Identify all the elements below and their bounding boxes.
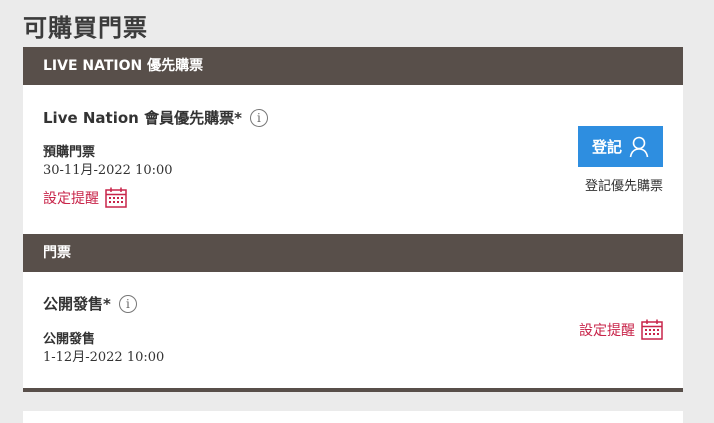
presale-sale-date: 30-11月-2022 10:00 [43,163,173,178]
tickets-sale-date: 1-12月-2022 10:00 [43,350,165,365]
info-icon[interactable]: i [249,108,268,127]
calendar-icon [641,319,663,340]
info-icon[interactable]: i [118,294,137,313]
presale-header: LIVE NATION 優先購票 [23,47,683,85]
page-title: 可購買門票 [23,14,148,42]
tickets-reminder-link[interactable]: 設定提醒 [579,319,663,340]
register-button[interactable]: 登記 [578,126,663,167]
panel-divider [23,388,683,392]
page: 可購買門票 LIVE NATION 優先購票 Live Nation 會員優先購… [0,0,714,423]
next-panel [23,411,683,423]
calendar-icon [105,187,127,208]
user-icon [629,136,649,157]
tickets-body: 公開發售* i 公開發售 1-12月-2022 10:00 設定提醒 [23,272,683,388]
presale-event-title: Live Nation 會員優先購票* i [43,107,268,128]
tickets-panel: 門票 公開發售* i 公開發售 1-12月-2022 10:00 設定提醒 [23,234,683,392]
tickets-sale-label: 公開發售 [43,332,96,347]
presale-sale-label: 預購門票 [43,145,96,160]
register-button-label: 登記 [591,139,622,156]
presale-panel: LIVE NATION 優先購票 Live Nation 會員優先購票* i 預… [23,47,683,234]
presale-event-title-text: Live Nation 會員優先購票* [43,109,242,127]
presale-body: Live Nation 會員優先購票* i 預購門票 30-11月-2022 1… [23,85,683,234]
presale-reminder-link[interactable]: 設定提醒 [43,187,127,208]
tickets-event-title: 公開發售* i [43,293,137,314]
reminder-label: 設定提醒 [43,190,99,207]
tickets-event-title-text: 公開發售* [43,295,111,313]
tickets-header: 門票 [23,234,683,272]
reminder-label: 設定提醒 [579,322,635,339]
register-caption: 登記優先購票 [584,179,663,194]
